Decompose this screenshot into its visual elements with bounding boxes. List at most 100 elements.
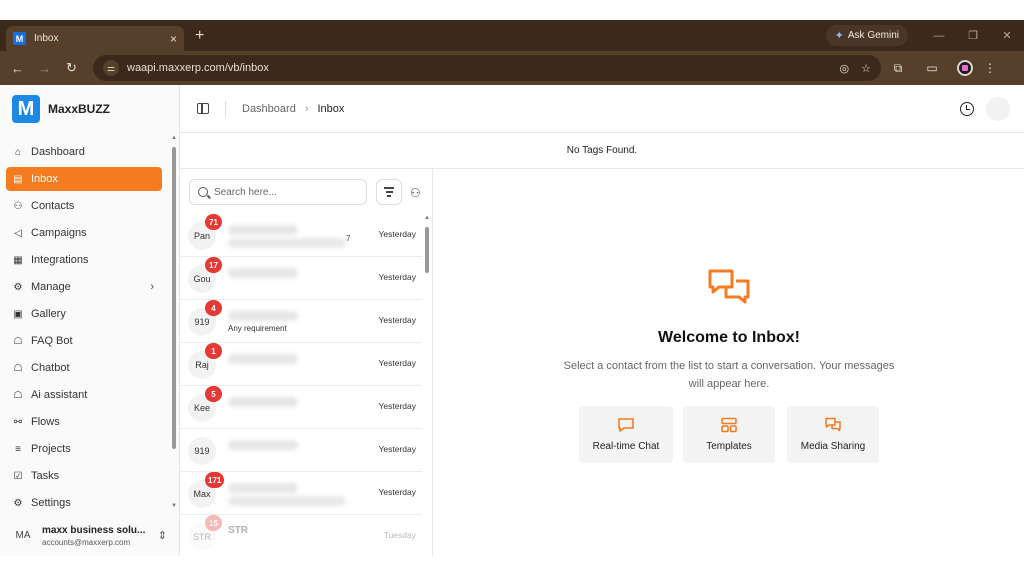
restore-icon[interactable]: ❐ [956, 29, 990, 42]
chatbot-icon: ☖ [13, 362, 23, 374]
contact-row[interactable]: Kee 5 Yesterday [180, 386, 422, 429]
sidebar: M MaxxBUZZ ⌂ Dashboard ▤ Inbox ⚇ Contacts ◁ Cam… [0, 85, 180, 556]
feature-realtime-chat[interactable]: Real-time Chat [579, 406, 673, 463]
chevron-updown-icon[interactable]: ⇕ [158, 529, 167, 542]
reload-icon[interactable]: ↻ [58, 60, 85, 76]
contact-avatar: 919 [188, 437, 216, 465]
list-scroll-up-icon[interactable]: ▲ [424, 215, 430, 221]
sidebar-item-inbox[interactable]: ▤ Inbox [6, 167, 162, 191]
avatar: MA [15, 530, 31, 541]
site-settings-icon[interactable]: ⚌ [103, 60, 119, 76]
sidebar-item-tasks[interactable]: ☑ Tasks [6, 464, 162, 488]
sidebar-item-label: Integrations [31, 254, 89, 266]
chat-empty-state: Welcome to Inbox! Select a contact from … [434, 169, 1024, 556]
page-header: Dashboard › Inbox [180, 85, 1024, 133]
minimize-icon[interactable]: — [922, 30, 956, 42]
contact-row[interactable]: 919 Yesterday [180, 429, 422, 472]
back-icon[interactable]: ← [4, 61, 31, 76]
sidebar-item-integrations[interactable]: ▦ Integrations [6, 248, 162, 272]
sidebar-item-label: Flows [31, 416, 60, 428]
toggle-sidebar-icon[interactable] [197, 103, 209, 114]
browser-tab[interactable]: M Inbox × [6, 26, 184, 51]
redacted-message [228, 238, 346, 248]
last-message: Any requirement [228, 324, 287, 333]
close-tab-icon[interactable]: × [170, 32, 177, 46]
breadcrumb-dashboard[interactable]: Dashboard [242, 103, 296, 115]
sidebar-item-faq-bot[interactable]: ☖ FAQ Bot [6, 329, 162, 353]
contact-row[interactable]: 919 4 Any requirement Yesterday [180, 300, 422, 343]
sidebar-item-label: Settings [31, 497, 71, 509]
contact-row[interactable]: Pan 71 7 Yesterday [180, 214, 422, 257]
redacted-name [228, 483, 298, 493]
favicon-icon: M [13, 32, 26, 45]
menu-kebab-icon[interactable]: ⋮ [981, 61, 999, 75]
inbox-icon: ▤ [13, 173, 23, 185]
chevron-right-icon[interactable]: › [150, 281, 154, 293]
unread-badge: 71 [205, 214, 222, 230]
clock-icon[interactable] [960, 102, 974, 116]
sidebar-item-projects[interactable]: ≡ Projects [6, 437, 162, 461]
tags-bar: No Tags Found. [180, 133, 1024, 169]
sidebar-item-label: Campaigns [31, 227, 87, 239]
user-email: accounts@maxxerp.com [42, 537, 131, 547]
ask-gemini-button[interactable]: ✦ Ask Gemini [825, 25, 908, 46]
breadcrumb-current: Inbox [317, 102, 345, 115]
sidebar-item-label: Contacts [31, 200, 75, 212]
header-avatar[interactable] [986, 97, 1010, 121]
breadcrumb-separator: › [304, 102, 309, 115]
chat-icon [618, 418, 634, 432]
feature-label: Real-time Chat [592, 441, 660, 452]
scroll-thumb[interactable] [172, 147, 176, 449]
list-scroll-thumb[interactable] [425, 227, 429, 273]
sidebar-item-campaigns[interactable]: ◁ Campaigns [6, 221, 162, 245]
sidebar-item-flows[interactable]: ⚯ Flows [6, 410, 162, 434]
new-tab-icon[interactable]: + [195, 27, 204, 45]
templates-icon [721, 417, 737, 433]
contact-name: STR [228, 525, 248, 536]
sidebar-item-settings[interactable]: ⚙ Settings [6, 491, 162, 515]
sidepanel-icon[interactable]: ▭ [915, 61, 949, 75]
feature-templates[interactable]: Templates [683, 406, 775, 463]
app-root: M MaxxBUZZ ⌂ Dashboard ▤ Inbox ⚇ Contacts ◁ Cam… [0, 85, 1024, 558]
scroll-down-icon[interactable]: ▼ [171, 503, 177, 509]
home-icon: ⌂ [14, 146, 22, 158]
sidebar-item-gallery[interactable]: ▣ Gallery [6, 302, 162, 326]
feature-media-sharing[interactable]: Media Sharing [787, 406, 879, 463]
contact-row[interactable]: Raj 1 Yesterday [180, 343, 422, 386]
sidebar-item-chatbot[interactable]: ☖ Chatbot [6, 356, 162, 380]
unread-badge: 15 [205, 515, 222, 531]
sidebar-item-manage[interactable]: ⚙ Manage › [6, 275, 162, 299]
contact-time: Yesterday [378, 229, 417, 239]
redacted-name [228, 225, 298, 235]
browser-tab-bar: M Inbox × + ✦ Ask Gemini — ❐ ✕ [0, 20, 1024, 51]
window-close-icon[interactable]: ✕ [990, 29, 1024, 42]
sidebar-item-contacts[interactable]: ⚇ Contacts [6, 194, 162, 218]
profile-icon[interactable] [957, 60, 973, 76]
sidebar-scrollbar[interactable]: ▲ ▼ [171, 135, 177, 509]
no-tags-text: No Tags Found. [566, 145, 638, 156]
users-icon[interactable]: ⚇ [410, 186, 421, 200]
address-bar[interactable]: ⚌ waapi.maxxerp.com/vb/inbox ◎ ☆ [93, 55, 881, 81]
list-scrollbar[interactable]: ▲ [424, 215, 430, 551]
extensions-icon[interactable]: ⧉ [881, 61, 915, 76]
user-card[interactable]: MA maxx business solu... accounts@maxxer… [0, 515, 179, 556]
contact-row[interactable]: STR 15 STR Tuesday [180, 515, 422, 558]
bookmark-star-icon[interactable]: ☆ [861, 62, 871, 75]
search-box[interactable] [189, 179, 367, 205]
redacted-name [228, 440, 298, 450]
forward-icon[interactable]: → [31, 61, 58, 76]
url-text[interactable]: waapi.maxxerp.com/vb/inbox [127, 62, 828, 74]
contact-row[interactable]: Gou 17 Yesterday [180, 257, 422, 300]
scroll-up-icon[interactable]: ▲ [171, 135, 177, 141]
tab-title: Inbox [34, 33, 59, 44]
contact-row[interactable]: Max 171 Yesterday [180, 472, 422, 515]
sidebar-item-dashboard[interactable]: ⌂ Dashboard [6, 140, 162, 164]
sidebar-item-ai-assistant[interactable]: ☖ Ai assistant [6, 383, 162, 407]
chat-bubbles-icon [708, 269, 750, 304]
message-tail: 7 [346, 234, 351, 243]
eye-off-icon[interactable]: ◎ [840, 62, 850, 75]
redacted-name [228, 311, 298, 321]
filter-button[interactable] [376, 179, 402, 205]
search-input[interactable] [214, 186, 364, 198]
assistant-icon: ☖ [13, 389, 23, 401]
